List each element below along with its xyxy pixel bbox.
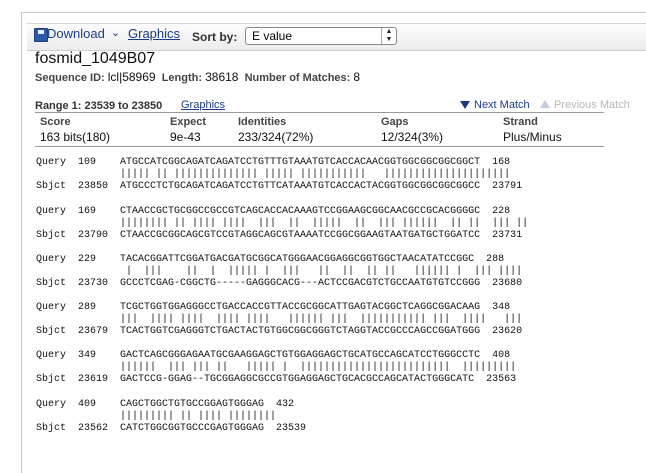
query-line: Query 169 CTAACCGCTGCGGCCGCCGTCAGCACCACA… [36,206,511,217]
alignment-block-4: Query 289 TCGCTGGTGGAGGGCCTGACCACCGTTACC… [36,302,522,338]
sequence-info: Sequence ID: lcl|58969 Length: 38618 Num… [35,70,360,84]
download-icon[interactable] [34,28,48,42]
previous-match-label: Previous Match [554,99,630,111]
alignment-block-6: Query 409 CAGCTGGCTGTGCCGGAGTGGGAG 432 |… [36,399,306,435]
download-button[interactable]: Download [47,26,105,41]
alignment-block-1: Query 109 ATGCCATCGGCAGATCAGATCCTGTTTGTA… [36,157,522,193]
match-line: ||| |||| |||| |||| |||| |||||| ||| |||||… [36,314,523,325]
expect-header: Expect [170,116,207,128]
alignment-block-2: Query 169 CTAACCGCTGCGGCCGCCGTCAGCACCACA… [36,206,528,242]
triangle-down-icon [460,101,470,109]
score-value: 163 bits(180) [40,130,111,144]
sort-by-select[interactable]: E value ▲ ▼ [245,27,397,45]
sort-by-value: E value [252,29,293,43]
strand-header: Strand [503,116,538,128]
subject-line: Sbjct 23679 TCACTGGTCGAGGGTCTGACTACTGTGG… [36,326,523,337]
select-arrows-icon: ▲ ▼ [381,28,396,44]
alignment-block-5: Query 349 GACTCAGCGGGAGAATGCGAAGGAGCTGTG… [36,350,516,386]
length-label: Length: [161,72,203,84]
subject-line: Sbjct 23619 GACTCCG-GGAG--TGCGGAGGCGCCGT… [36,374,517,385]
chevron-down-icon[interactable]: ⌄ [111,26,120,39]
graphics-link[interactable]: Graphics [128,26,180,41]
query-line: Query 349 GACTCAGCGGGAGAATGCGAAGGAGCTGTG… [36,350,511,361]
range-heading: Range 1: 23539 to 23850 [35,100,163,112]
previous-match-link: Previous Match [540,99,630,111]
gaps-value: 12/324(3%) [381,130,444,144]
subject-line: Sbjct 23562 CATCTGGCGGTGCCCGAGTGGGAG 235… [36,423,307,434]
match-line: ||||||||| || |||| |||||||| [36,411,277,422]
number-of-matches-label: Number of Matches: [244,72,351,84]
alignment-block-3: Query 229 TACACGGATTCGGATGACGATGCGGCATGG… [36,254,522,290]
match-line: |||||||| || |||| |||| ||| || ||||| || ||… [36,218,529,229]
expect-value: 9e-43 [170,130,201,144]
match-line: | ||| || | ||||| | ||| || || || || |||||… [36,266,523,277]
identities-header: Identities [238,116,287,128]
subject-line: Sbjct 23850 ATGCCCTCTGCAGATCAGATCCTGTTCA… [36,181,523,192]
query-line: Query 229 TACACGGATTCGGATGACGATGCGGCATGG… [36,254,505,265]
query-line: Query 109 ATGCCATCGGCAGATCAGATCCTGTTTGTA… [36,157,511,168]
range-graphics-link[interactable]: Graphics [181,99,225,111]
next-match-label: Next Match [474,99,530,111]
sort-by-label: Sort by: [192,30,238,44]
number-of-matches-value: 8 [353,70,361,84]
sequence-title: fosmid_1049B07 [35,50,156,67]
strand-value: Plus/Minus [503,130,562,144]
subject-line: Sbjct 23790 CTAACCGCGGCAGCGTCCGTAGGCAGCG… [36,230,523,241]
query-line: Query 409 CAGCTGGCTGTGCCGGAGTGGGAG 432 [36,399,295,410]
query-line: Query 289 TCGCTGGTGGAGGGCCTGACCACCGTTACC… [36,302,511,313]
stats-divider-bottom [35,146,604,147]
stats-divider-top [35,112,604,113]
match-line: ||||| || |||||||||||||| ||||| ||||||||||… [36,169,511,180]
sequence-id-label: Sequence ID: [35,72,105,84]
triangle-up-icon [540,100,550,108]
next-match-link[interactable]: Next Match [460,99,530,111]
sequence-id-value: lcl|58969 [107,70,156,84]
match-line: |||||| ||| ||| || ||||| | ||||||||||||||… [36,362,517,373]
identities-value: 233/324(72%) [238,130,314,144]
length-value: 38618 [205,70,239,84]
score-header: Score [40,116,71,128]
subject-line: Sbjct 23730 GCCCTCGAG-CGGCTG-----GAGGGCA… [36,278,523,289]
gaps-header: Gaps [381,116,409,128]
